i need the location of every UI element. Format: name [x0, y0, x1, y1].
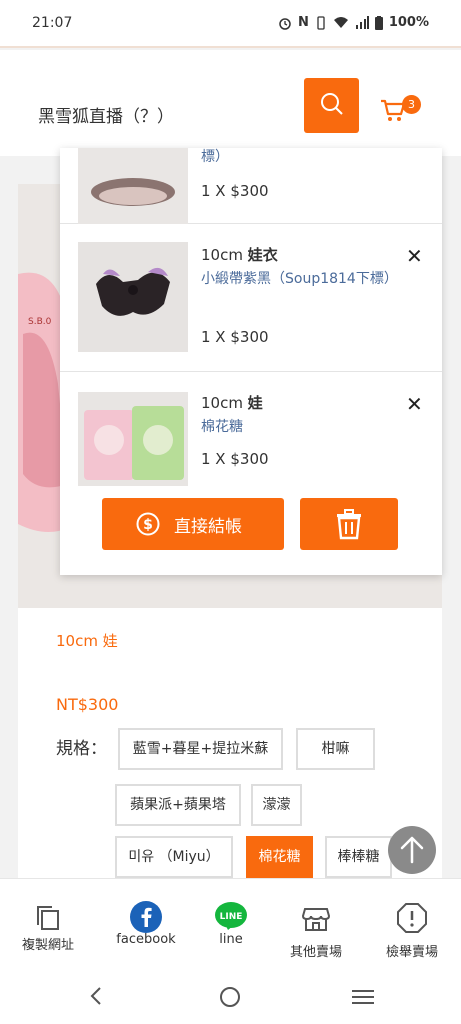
line-icon: LINE: [215, 902, 247, 930]
store-icon: [301, 908, 331, 931]
cart-item-qty: 1 X $300: [201, 450, 269, 468]
copy-icon: [37, 906, 59, 930]
line-label: line: [219, 932, 243, 947]
vibrate-icon: [317, 15, 325, 30]
spec-label: 規格：: [56, 739, 107, 759]
cart-item-variant: 小緞帶紫黑（Soup1814下標）: [201, 271, 398, 287]
line-share-button[interactable]: LINE line: [185, 879, 277, 967]
svg-text:LINE: LINE: [220, 912, 243, 922]
cart-item-thumbnail: [78, 148, 188, 224]
cart-item: 10cm 娃衣 小緞帶紫黑（Soup1814下標） 1 X $300 ✕: [60, 224, 442, 372]
status-bar: 21:07 N 100%: [0, 0, 461, 48]
facebook-icon: [130, 901, 162, 933]
cart-item-thumbnail: [78, 242, 188, 352]
alarm-icon: [279, 17, 291, 30]
trash-icon: [337, 509, 361, 540]
product-info: 10cm 娃 NT$300 規格： 藍雪+暮星+提拉米蘇 柑嘛 蘋果派+蘋果塔 …: [18, 608, 442, 898]
spec-option[interactable]: 미유 （Miyu）: [115, 836, 233, 878]
cart-item-name: 10cm 娃: [201, 394, 263, 412]
spec-option-selected[interactable]: 棉花糖: [246, 836, 313, 878]
svg-text:S.B.0: S.B.0: [28, 317, 52, 327]
cart-item-qty: 1 X $300: [201, 182, 269, 200]
back-nav-icon[interactable]: [88, 986, 106, 1006]
report-store-button[interactable]: 檢舉賣場: [366, 879, 458, 967]
store-title: 黑雪狐直播（？）: [38, 107, 174, 127]
product-name: 10cm 娃: [56, 632, 118, 650]
spec-option[interactable]: 藍雪+暮星+提拉米蘇: [118, 728, 283, 770]
home-nav-icon[interactable]: [219, 986, 241, 1008]
scroll-top-button[interactable]: [388, 826, 436, 874]
cart-item-thumbnail: [78, 392, 188, 486]
spec-option[interactable]: 蘋果派+蘋果塔: [115, 784, 241, 826]
search-button[interactable]: [304, 78, 359, 133]
facebook-label: facebook: [116, 932, 176, 947]
battery-icon: [374, 15, 383, 30]
remove-item-button[interactable]: ✕: [406, 246, 426, 266]
battery-level: 100%: [388, 15, 429, 30]
cart-item-qty: 1 X $300: [201, 328, 269, 346]
status-icons: N 100%: [278, 15, 429, 30]
signal-icon: [355, 16, 369, 29]
dollar-icon: $: [136, 512, 160, 536]
checkout-label: 直接結帳: [174, 517, 242, 537]
other-stores-button[interactable]: 其他賣場: [270, 879, 362, 967]
remove-item-button[interactable]: ✕: [406, 394, 426, 414]
arrow-up-icon: [400, 836, 424, 864]
product-price: NT$300: [56, 695, 119, 714]
svg-text:$: $: [143, 517, 153, 533]
cart-dropdown: 標） 1 X $300 10cm 娃衣 小緞帶紫黑（Soup1814下標） 1 …: [60, 148, 442, 575]
copy-url-button[interactable]: 複製網址: [2, 879, 94, 967]
cart-item: 10cm 娃 棉花糖 1 X $300 ✕: [60, 372, 442, 492]
system-nav-bar: [0, 966, 461, 1024]
other-stores-label: 其他賣場: [289, 945, 342, 960]
report-icon: [397, 903, 427, 933]
checkout-button[interactable]: $ 直接結帳: [102, 498, 284, 550]
nfc-icon: N: [297, 15, 309, 30]
wifi-icon: [333, 17, 348, 28]
bottom-action-bar: 複製網址 facebook LINE line 其他賣場 檢舉賣場: [0, 878, 461, 966]
report-store-label: 檢舉賣場: [385, 945, 438, 960]
clear-cart-button[interactable]: [300, 498, 398, 550]
cart-item-variant: 標）: [201, 149, 229, 165]
spec-option[interactable]: 濛濛: [251, 784, 302, 826]
spec-option[interactable]: 柑嘛: [296, 728, 375, 770]
store-header: 黑雪狐直播（？） 3: [0, 50, 461, 156]
cart-item-name: 10cm 娃衣: [201, 246, 278, 264]
cart-item: 標） 1 X $300: [60, 148, 442, 224]
cart-item-variant: 棉花糖: [201, 419, 243, 435]
search-icon: [321, 93, 343, 115]
spec-option[interactable]: 棒棒糖: [325, 836, 392, 878]
facebook-share-button[interactable]: facebook: [100, 879, 192, 967]
status-time: 21:07: [32, 15, 73, 31]
cart-count-badge: 3: [402, 95, 421, 114]
recents-nav-icon[interactable]: [352, 988, 374, 1006]
copy-url-label: 複製網址: [21, 938, 74, 953]
